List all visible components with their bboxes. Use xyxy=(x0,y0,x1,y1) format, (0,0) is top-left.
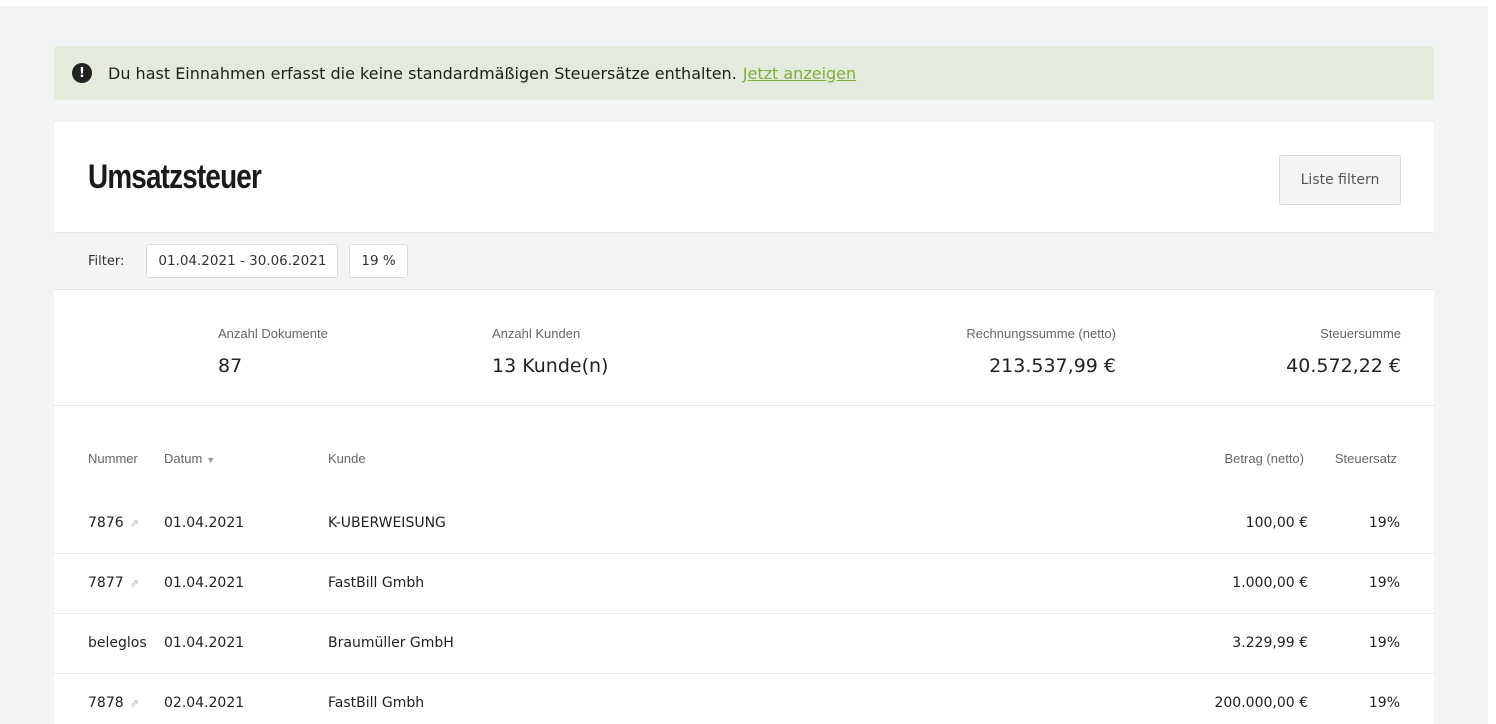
row-amount: 3.229,99 € xyxy=(1232,635,1308,651)
table-row[interactable]: 7876 ⇗ 01.04.2021 K-UBERWEISUNG 100,00 € … xyxy=(54,494,1434,554)
invoice-sum-label: Rechnungssumme (netto) xyxy=(966,326,1116,341)
column-header-nummer[interactable]: Nummer xyxy=(88,451,138,466)
documents-count-label: Anzahl Dokumente xyxy=(218,326,328,341)
tax-sum-value: 40.572,22 € xyxy=(1286,355,1401,377)
summary-stats: Anzahl Dokumente 87 Anzahl Kunden 13 Kun… xyxy=(54,290,1434,406)
alert-text: Du hast Einnahmen erfasst die keine stan… xyxy=(108,63,737,83)
row-tax-rate: 19% xyxy=(1368,575,1400,591)
row-amount: 1.000,00 € xyxy=(1232,575,1308,591)
sales-tax-card: Umsatzsteuer Liste filtern Filter: 01.04… xyxy=(54,122,1434,724)
row-date: 01.04.2021 xyxy=(164,635,245,651)
row-tax-rate: 19% xyxy=(1368,695,1400,711)
row-amount: 200.000,00 € xyxy=(1214,695,1308,711)
filter-label: Filter: xyxy=(88,253,125,269)
row-date: 02.04.2021 xyxy=(164,695,245,711)
table-row[interactable]: beleglos 01.04.2021 Braumüller GmbH 3.22… xyxy=(54,614,1434,674)
row-number: 7876 xyxy=(88,515,124,531)
row-amount: 100,00 € xyxy=(1245,515,1308,531)
documents-count-value: 87 xyxy=(218,355,243,377)
column-header-steuersatz[interactable]: Steuersatz xyxy=(1335,451,1397,466)
external-link-icon[interactable]: ⇗ xyxy=(130,517,139,530)
tax-rate-alert: ! Du hast Einnahmen erfasst die keine st… xyxy=(54,46,1434,100)
column-header-datum-label: Datum xyxy=(164,451,203,466)
customers-count-value: 13 Kunde(n) xyxy=(492,355,609,377)
date-range-filter-chip[interactable]: 01.04.2021 - 30.06.2021 xyxy=(146,244,339,278)
row-number: 7877 xyxy=(88,575,124,591)
customers-count-label: Anzahl Kunden xyxy=(492,326,581,341)
tax-sum-label: Steuersumme xyxy=(1320,326,1401,341)
table-row[interactable]: 7877 ⇗ 01.04.2021 FastBill Gmbh 1.000,00 … xyxy=(54,554,1434,614)
row-date: 01.04.2021 xyxy=(164,575,245,591)
invoice-sum-value: 213.537,99 € xyxy=(989,355,1116,377)
column-header-betrag[interactable]: Betrag (netto) xyxy=(1225,451,1305,466)
external-link-icon[interactable]: ⇗ xyxy=(130,577,139,590)
page-title: Umsatzsteuer xyxy=(88,158,262,196)
row-number: 7878 xyxy=(88,695,124,711)
sort-down-icon: ▼ xyxy=(206,455,216,465)
row-customer: K-UBERWEISUNG xyxy=(328,515,446,531)
show-now-link[interactable]: Jetzt anzeigen xyxy=(743,64,856,83)
external-link-icon[interactable]: ⇗ xyxy=(130,697,139,710)
row-customer: FastBill Gmbh xyxy=(328,695,425,711)
filter-list-button[interactable]: Liste filtern xyxy=(1279,155,1401,205)
card-header: Umsatzsteuer Liste filtern xyxy=(54,122,1434,232)
table-header: Nummer Datum ▼ Kunde Betrag (netto) Steue… xyxy=(54,406,1434,494)
exclamation-icon: ! xyxy=(72,63,92,83)
row-tax-rate: 19% xyxy=(1368,515,1400,531)
column-header-datum[interactable]: Datum ▼ xyxy=(164,451,215,466)
tax-rate-filter-chip[interactable]: 19 % xyxy=(349,244,408,278)
row-date: 01.04.2021 xyxy=(164,515,245,531)
row-tax-rate: 19% xyxy=(1368,635,1400,651)
row-customer: FastBill Gmbh xyxy=(328,575,425,591)
filter-bar: Filter: 01.04.2021 - 30.06.2021 19 % xyxy=(54,232,1434,290)
tax-table: Nummer Datum ▼ Kunde Betrag (netto) Steue… xyxy=(54,406,1434,724)
column-header-kunde[interactable]: Kunde xyxy=(328,451,366,466)
row-number: beleglos xyxy=(88,635,147,651)
table-row[interactable]: 7878 ⇗ 02.04.2021 FastBill Gmbh 200.000,0… xyxy=(54,674,1434,724)
row-customer: Braumüller GmbH xyxy=(328,635,454,651)
